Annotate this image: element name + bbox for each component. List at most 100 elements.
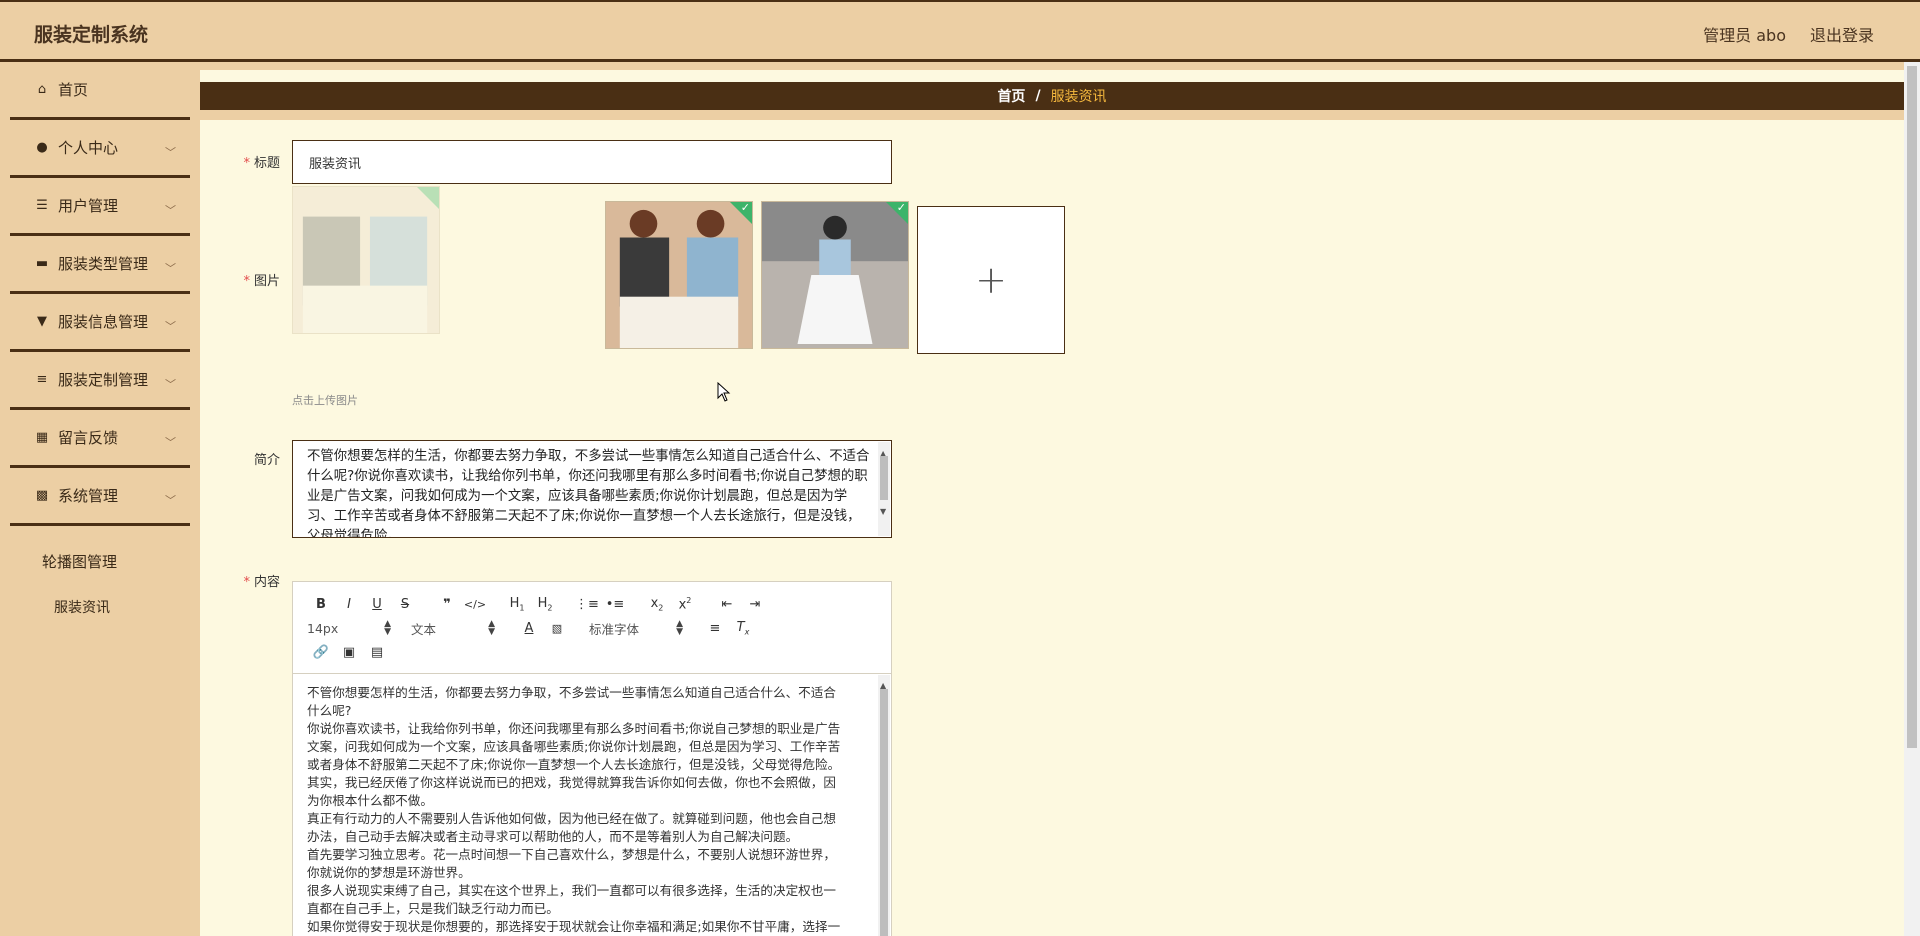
top-header: 服装定制系统 管理员 abo 退出登录 — [0, 0, 1920, 62]
video-icon[interactable]: ▤ — [363, 645, 391, 660]
editor-line: 什么呢? — [307, 703, 352, 718]
editor-line: 真正有行动力的人不需要别人告诉他如何做，因为他已经在做了。就算碰到问题，他也会自… — [307, 811, 836, 826]
image-icon[interactable]: ▣ — [335, 645, 363, 660]
page-scrollbar[interactable] — [1904, 62, 1920, 936]
top-strip — [200, 62, 1904, 70]
breadcrumb: 首页 / 服装资讯 — [200, 82, 1904, 120]
chevron-down-icon: ﹀ — [165, 146, 176, 159]
app-title: 服装定制系统 — [34, 24, 149, 46]
updown-icon: ▲ ▼ — [676, 619, 683, 637]
indent-icon[interactable]: ⇥ — [741, 597, 769, 612]
upload-image-button[interactable]: + — [917, 206, 1065, 354]
bullet-list-icon[interactable]: •≡ — [601, 597, 629, 612]
list-icon: ≡ — [36, 372, 48, 387]
intro-scrollbar[interactable]: ▲ ▼ — [878, 442, 890, 536]
arrow-down-icon[interactable]: ▼ — [880, 502, 886, 522]
text-color-icon[interactable]: A — [515, 621, 543, 636]
editor-line: 办法，自己动手去解决或者主动寻求可以帮助他的人，而不是等着别人为自己解决问题。 — [307, 829, 799, 844]
pin-icon: ▼ — [37, 314, 47, 329]
dragging-image-ghost — [292, 186, 440, 334]
editor-line: 你说你喜欢读书，让我给你列书单，你还问我哪里有那么多时间看书;你说自己梦想的职业… — [307, 721, 841, 736]
editor-line: 直都在自己手上，只是我们缺乏行动力而已。 — [307, 901, 559, 916]
blockquote-icon[interactable]: ❞ — [433, 597, 461, 612]
sidebar-item-4[interactable]: ▼ 服装信息管理 ﹀ — [10, 294, 190, 352]
sidebar-item-label: 留言反馈 — [58, 429, 119, 447]
bold-icon[interactable]: B — [307, 597, 335, 612]
sidebar-item-7[interactable]: ▩ 系统管理 ﹀ — [10, 468, 190, 526]
home-icon: ⌂ — [37, 82, 47, 97]
title-input[interactable] — [292, 140, 892, 184]
editor-line: 你就说你的梦想是环游世界。 — [307, 865, 471, 880]
editor-line: 为你根本什么都不做。 — [307, 793, 433, 808]
link-icon[interactable]: 🔗 — [307, 645, 335, 660]
check-icon: ✓ — [740, 201, 750, 214]
image-label: * 图片 — [243, 274, 280, 289]
strikethrough-icon[interactable]: S — [391, 597, 419, 612]
editor-line: 文案，问我如何成为一个文案，应该具备哪些素质;你说你计划晨跑，但总是因为学习、工… — [307, 739, 841, 754]
sidebar-item-2[interactable]: ☰ 用户管理 ﹀ — [10, 178, 190, 236]
grid-icon: ▦ — [35, 430, 49, 445]
editor-line: 不管你想要怎样的生活，你都要去努力争取，不多尝试一些事情怎么知道自己适合什么、不… — [307, 685, 836, 700]
admin-user-label[interactable]: 管理员 abo — [1703, 22, 1786, 46]
sidebar-item-3[interactable]: ▬ 服装类型管理 ﹀ — [10, 236, 190, 294]
chevron-down-icon: ﹀ — [165, 378, 176, 391]
align-icon[interactable]: ≡ — [701, 621, 729, 636]
clear-format-icon[interactable]: Tx — [729, 620, 757, 637]
sidebar-item-6[interactable]: ▦ 留言反馈 ﹀ — [10, 410, 190, 468]
code-block-icon[interactable]: </> — [461, 598, 489, 611]
underline-icon[interactable]: U — [363, 597, 391, 612]
editor-line: 很多人说现实束缚了自己，其实在这个世界上，我们一直都可以有很多选择，生活的决定权… — [307, 883, 836, 898]
sliders-icon: ☰ — [36, 198, 48, 213]
sidebar-item-label: 首页 — [58, 81, 89, 99]
outdent-icon[interactable]: ⇤ — [713, 597, 741, 612]
heading-2-icon[interactable]: H2 — [531, 596, 559, 613]
content-label: * 内容 — [243, 575, 280, 590]
briefcase-icon: ▬ — [35, 256, 49, 271]
check-icon: ✓ — [896, 201, 906, 214]
sidebar-item-label: 服装类型管理 — [58, 255, 149, 273]
sidebar-item-1[interactable]: ● 个人中心 ﹀ — [10, 120, 190, 178]
sidebar-item-label: 系统管理 — [58, 487, 119, 505]
page-scrollbar-thumb[interactable] — [1907, 66, 1917, 748]
chevron-down-icon: ﹀ — [165, 204, 176, 217]
font-family-select[interactable]: 标准字体 ▲ ▼ — [589, 619, 683, 638]
user-area: 管理员 abo 退出登录 — [1703, 22, 1874, 46]
heading-1-icon[interactable]: H1 — [503, 596, 531, 613]
italic-icon[interactable]: I — [335, 597, 363, 612]
ordered-list-icon[interactable]: ⋮≡ — [573, 597, 601, 612]
breadcrumb-home[interactable]: 首页 — [997, 86, 1025, 106]
rich-text-editor: B I U S ❞ </> H1 H2 ⋮≡ •≡ x2 x2 ⇤ ⇥ 14px… — [292, 581, 892, 936]
sidebar-menu: ⌂ 首页 ● 个人中心 ﹀ ☰ 用户管理 ﹀ ▬ 服装类型管理 ﹀ ▼ 服装信息管理 ﹀ ≡ 服装定制管理 ﹀ ▦… — [0, 62, 200, 526]
chevron-down-icon: ﹀ — [165, 436, 176, 449]
logout-button[interactable]: 退出登录 — [1810, 22, 1874, 46]
subscript-icon[interactable]: x2 — [643, 596, 671, 613]
sidebar-item-0[interactable]: ⌂ 首页 — [10, 62, 190, 120]
editor-toolbar: B I U S ❞ </> H1 H2 ⋮≡ •≡ x2 x2 ⇤ ⇥ 14px… — [293, 582, 891, 674]
person-icon: ● — [36, 140, 48, 155]
background-color-icon[interactable]: ▧ — [543, 622, 571, 635]
main-content: 首页 / 服装资讯 *标题 *图片 ✓ — [200, 62, 1904, 936]
superscript-icon[interactable]: x2 — [671, 596, 699, 612]
title-label: * 标题 — [243, 156, 280, 171]
uploaded-image-1[interactable]: ✓ — [605, 201, 753, 349]
font-size-select[interactable]: 14px ▲ ▼ — [307, 620, 391, 637]
chevron-down-icon: ﹀ — [165, 494, 176, 507]
apps-icon: ▩ — [35, 488, 49, 503]
block-type-select[interactable]: 文本 ▲ ▼ — [411, 619, 495, 638]
chevron-down-icon: ﹀ — [165, 262, 176, 275]
editor-scrollbar[interactable]: ▲ — [878, 675, 890, 936]
plus-icon: + — [975, 258, 1007, 302]
sidebar-item-carousel[interactable]: 轮播图管理 — [0, 538, 200, 584]
intro-textarea[interactable]: 不管你想要怎样的生活，你都要去努力争取，不多尝试一些事情怎么知道自己适合什么、不… — [292, 440, 892, 538]
editor-line: 首先要学习独立思考。花一点时间想一下自己喜欢什么，梦想是什么，不要别人说想环游世… — [307, 847, 836, 862]
sidebar-submenu: 轮播图管理 服装资讯 — [0, 526, 200, 630]
breadcrumb-current: 服装资讯 — [1050, 89, 1107, 105]
sidebar-item-label: 服装信息管理 — [58, 313, 149, 331]
sidebar-item-5[interactable]: ≡ 服装定制管理 ﹀ — [10, 352, 190, 410]
intro-label: 简介 — [253, 453, 280, 468]
intro-text: 不管你想要怎样的生活，你都要去努力争取，不多尝试一些事情怎么知道自己适合什么、不… — [307, 449, 870, 538]
uploaded-image-2[interactable]: ✓ — [761, 201, 909, 349]
updown-icon: ▲ ▼ — [488, 619, 495, 637]
editor-content[interactable]: ▲ 不管你想要怎样的生活，你都要去努力争取，不多尝试一些事情怎么知道自己适合什么… — [293, 674, 891, 936]
sidebar-item-fashion-news[interactable]: 服装资讯 — [0, 584, 200, 630]
